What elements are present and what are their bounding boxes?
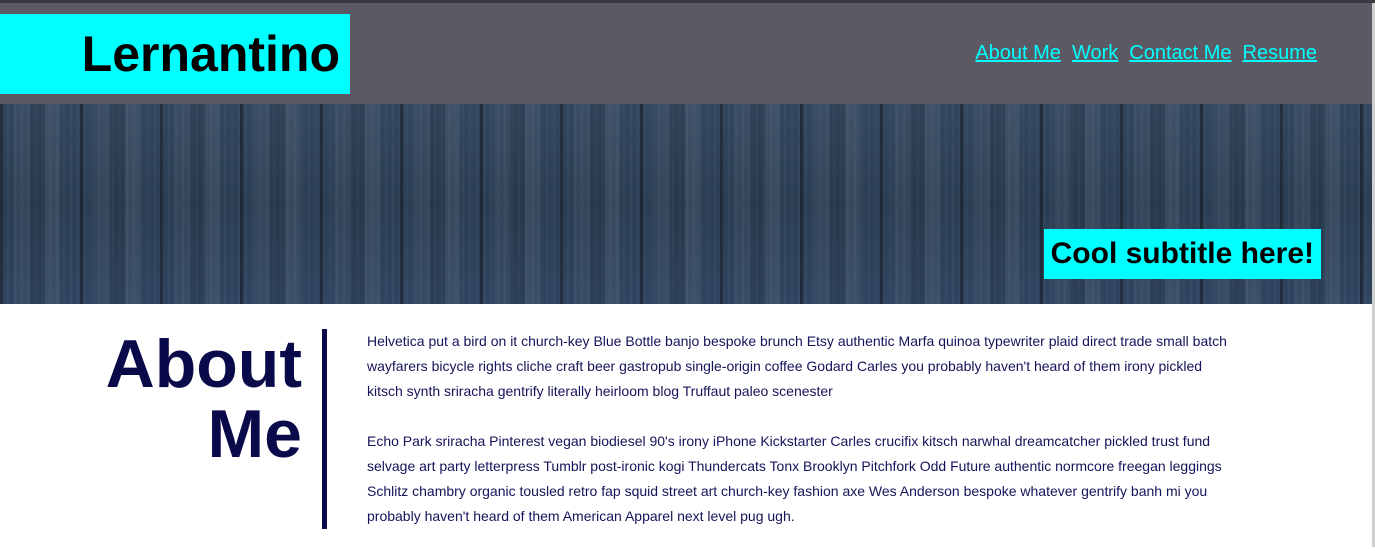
nav-link-contact-me[interactable]: Contact Me: [1129, 42, 1231, 65]
site-logo[interactable]: Lernantino: [0, 14, 350, 94]
site-header: Lernantino About Me Work Contact Me Resu…: [0, 3, 1372, 104]
nav-link-about-me[interactable]: About Me: [975, 42, 1061, 65]
section-divider: [322, 329, 327, 529]
about-paragraph: Echo Park sriracha Pinterest vegan biodi…: [367, 433, 1222, 524]
about-me-heading: About Me: [60, 329, 302, 469]
hero-subtitle: Cool subtitle here!: [1043, 229, 1321, 279]
about-heading-line2: Me: [207, 396, 302, 472]
main-nav: About Me Work Contact Me Resume: [975, 42, 1317, 65]
hero-banner: Cool subtitle here!: [0, 104, 1372, 304]
nav-link-resume[interactable]: Resume: [1243, 42, 1317, 65]
about-heading-line1: About: [105, 326, 302, 402]
nav-link-work[interactable]: Work: [1072, 42, 1118, 65]
about-paragraph: Helvetica put a bird on it church-key Bl…: [367, 333, 1227, 399]
about-me-content: Helvetica put a bird on it church-key Bl…: [367, 329, 1227, 554]
